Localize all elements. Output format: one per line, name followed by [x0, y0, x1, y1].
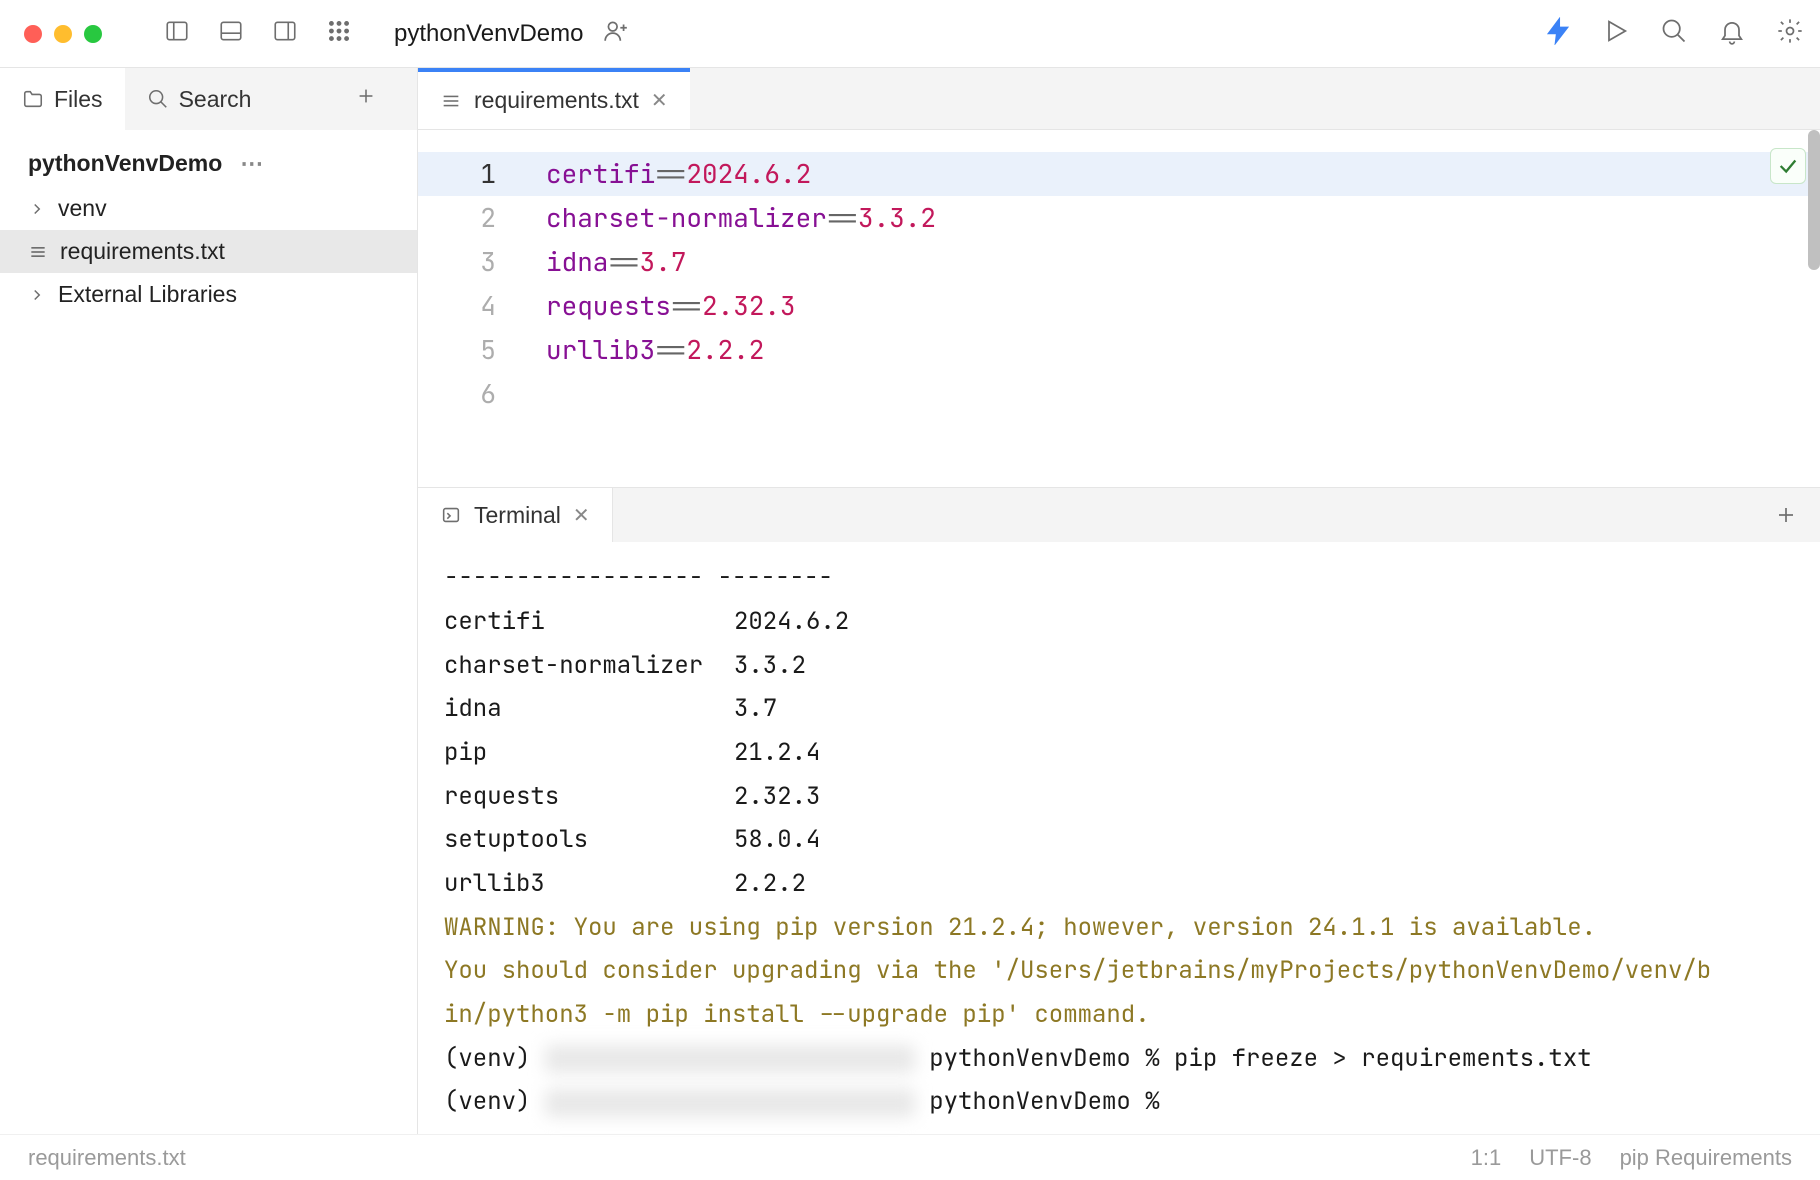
bell-icon[interactable] — [1718, 17, 1746, 50]
code-body[interactable]: certifi==2024.6.2 charset-normalizer==3.… — [526, 130, 1820, 487]
close-window-button[interactable] — [24, 25, 42, 43]
sidebar-tab-label: Files — [54, 86, 103, 113]
run-icon[interactable] — [1602, 17, 1630, 50]
project-name[interactable]: pythonVenvDemo — [394, 20, 583, 48]
bolt-icon[interactable] — [1544, 17, 1572, 50]
sidebar-tab-search[interactable]: Search — [125, 68, 417, 130]
tree-item-requirements[interactable]: requirements.txt — [0, 230, 417, 273]
code-editor[interactable]: 1 2 3 4 5 6 certifi==2024.6.2 charset-no… — [418, 130, 1820, 487]
status-file[interactable]: requirements.txt — [28, 1145, 186, 1171]
status-filetype[interactable]: pip Requirements — [1620, 1145, 1792, 1171]
add-user-icon[interactable] — [603, 18, 629, 49]
sidebar: Files Search pythonVenvDemo ⋯ venv requi… — [0, 68, 418, 1134]
sidebar-tab-label: Search — [179, 86, 252, 113]
terminal-warning: You should consider upgrading via the '/… — [444, 949, 1794, 993]
search-icon[interactable] — [1660, 17, 1688, 50]
terminal-line: charset-normalizer3.3.2 — [444, 644, 1794, 688]
code-line[interactable]: urllib3==2.2.2 — [526, 328, 1820, 372]
grid-icon[interactable] — [326, 18, 352, 49]
code-line[interactable]: charset-normalizer==3.3.2 — [526, 196, 1820, 240]
titlebar: pythonVenvDemo — [0, 0, 1820, 68]
terminal-line: urllib32.2.2 — [444, 862, 1794, 906]
code-line[interactable]: requests==2.32.3 — [526, 284, 1820, 328]
scrollbar[interactable] — [1808, 130, 1820, 270]
terminal-tab[interactable]: Terminal ✕ — [418, 488, 613, 542]
terminal-line: pip21.2.4 — [444, 731, 1794, 775]
right-panel-icon[interactable] — [272, 18, 298, 49]
status-caret-pos[interactable]: 1:1 — [1471, 1145, 1502, 1171]
inspection-ok-icon[interactable] — [1770, 148, 1806, 184]
bottom-panel-icon[interactable] — [218, 18, 244, 49]
code-line[interactable]: idna==3.7 — [526, 240, 1820, 284]
sidebar-tab-files[interactable]: Files — [0, 68, 125, 130]
terminal-warning: WARNING: You are using pip version 21.2.… — [444, 906, 1794, 950]
minimize-window-button[interactable] — [54, 25, 72, 43]
code-line[interactable] — [526, 372, 1820, 416]
terminal-line: idna3.7 — [444, 687, 1794, 731]
close-icon[interactable]: ✕ — [573, 503, 590, 528]
gutter: 1 2 3 4 5 6 — [418, 130, 526, 487]
code-line[interactable]: certifi==2024.6.2 — [526, 152, 1820, 196]
gear-icon[interactable] — [1776, 17, 1804, 50]
project-tree: pythonVenvDemo ⋯ venv requirements.txt E… — [0, 130, 417, 1134]
tree-item-external-libs[interactable]: External Libraries — [0, 273, 417, 316]
tree-root[interactable]: pythonVenvDemo ⋯ — [0, 140, 417, 187]
status-encoding[interactable]: UTF-8 — [1529, 1145, 1591, 1171]
window-controls — [24, 25, 102, 43]
editor-area: requirements.txt ✕ 1 2 3 4 5 6 certifi==… — [418, 68, 1820, 1134]
redacted-path — [545, 1089, 915, 1117]
terminal-line: ------------------ -------- — [444, 556, 1794, 600]
maximize-window-button[interactable] — [84, 25, 102, 43]
terminal-panel: Terminal ✕ ------------------ -------- c… — [418, 487, 1820, 1134]
plus-icon[interactable] — [355, 85, 395, 113]
redacted-path — [545, 1045, 915, 1073]
close-icon[interactable]: ✕ — [651, 88, 668, 113]
terminal-warning: in/python3 -m pip install --upgrade pip'… — [444, 993, 1794, 1037]
terminal-output[interactable]: ------------------ -------- certifi2024.… — [418, 542, 1820, 1134]
editor-tab-requirements[interactable]: requirements.txt ✕ — [418, 68, 690, 129]
terminal-prompt-line: (venv) pythonVenvDemo % pip freeze > req… — [444, 1037, 1794, 1081]
terminal-line: setuptools58.0.4 — [444, 818, 1794, 862]
editor-tabs: requirements.txt ✕ — [418, 68, 1820, 130]
more-icon[interactable]: ⋯ — [240, 150, 265, 177]
terminal-line: requests2.32.3 — [444, 775, 1794, 819]
terminal-prompt-line: (venv) pythonVenvDemo % — [444, 1080, 1794, 1124]
statusbar: requirements.txt 1:1 UTF-8 pip Requireme… — [0, 1134, 1820, 1180]
tree-item-venv[interactable]: venv — [0, 187, 417, 230]
new-terminal-button[interactable] — [1752, 488, 1820, 542]
left-panel-icon[interactable] — [164, 18, 190, 49]
terminal-line: certifi2024.6.2 — [444, 600, 1794, 644]
